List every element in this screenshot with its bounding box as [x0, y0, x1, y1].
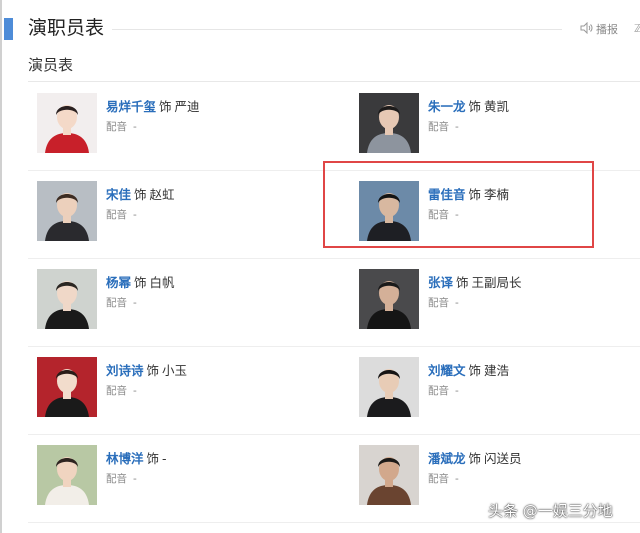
report-button[interactable]: 播报: [580, 21, 618, 37]
voice-actor-label: 配音: [106, 297, 127, 309]
voice-actor-line: 配音 -: [106, 207, 137, 222]
actor-photo[interactable]: [359, 93, 419, 153]
cast-role-line: 宋佳饰赵虹: [106, 184, 175, 203]
cast-card: 杨幂饰白帆 配音 -: [37, 269, 297, 333]
voice-actor-label: 配音: [428, 385, 449, 397]
actor-photo[interactable]: [359, 269, 419, 329]
voice-actor-label: 配音: [106, 209, 127, 221]
actor-photo[interactable]: [359, 357, 419, 417]
cast-role-line: 杨幂饰白帆: [106, 272, 175, 291]
highlight-annotation-box: [323, 161, 594, 248]
as-label: 饰: [468, 99, 482, 114]
voice-actor-line: 配音 -: [106, 295, 137, 310]
actor-name-link[interactable]: 杨幂: [106, 275, 131, 290]
row-divider: [28, 434, 640, 435]
voice-actor-label: 配音: [106, 473, 127, 485]
watermark-text: 头条 @一娱三分地: [488, 502, 613, 520]
role-name: 小玉: [162, 363, 188, 378]
cast-heading: 演员表: [28, 56, 74, 74]
actor-name-link[interactable]: 刘耀文: [428, 363, 466, 378]
voice-actor-line: 配音 -: [428, 295, 459, 310]
cast-card: 林博洋饰 - 配音 -: [37, 445, 297, 509]
as-label: 饰: [134, 275, 147, 290]
as-label: 饰: [468, 451, 482, 466]
actor-photo[interactable]: [37, 357, 97, 417]
voice-actor-line: 配音 -: [106, 471, 137, 486]
voice-actor-value: -: [455, 121, 459, 133]
voice-actor-line: 配音 -: [106, 383, 137, 398]
voice-actor-label: 配音: [428, 297, 449, 309]
cast-card: 刘耀文饰建浩配音 -: [359, 357, 619, 421]
section-header: 演职员表 播报 ℤ: [0, 14, 640, 46]
voice-actor-line: 配音 -: [428, 119, 459, 134]
as-label: 饰: [456, 275, 469, 290]
cast-role-line: 张译饰王副局长: [428, 272, 522, 291]
voice-actor-line: 配音 -: [106, 119, 137, 134]
actor-photo[interactable]: [37, 93, 97, 153]
section-title: 演职员表: [28, 17, 105, 39]
cast-role-line: 刘耀文饰建浩: [428, 360, 509, 379]
voice-actor-label: 配音: [106, 121, 127, 133]
role-name: 建浩: [484, 363, 510, 378]
voice-actor-value: -: [455, 297, 459, 309]
as-label: 饰: [146, 363, 160, 378]
voice-actor-label: 配音: [428, 121, 449, 133]
report-label: 播报: [596, 23, 618, 36]
role-name: 严迪: [174, 99, 200, 114]
voice-actor-label: 配音: [428, 473, 449, 485]
cast-role-line: 刘诗诗饰小玉: [106, 360, 187, 379]
row-divider: [28, 346, 640, 347]
cast-card: 刘诗诗饰小玉配音 -: [37, 357, 297, 421]
cast-card: 朱一龙饰黄凯配音 -: [359, 93, 619, 157]
role-name: 闪送员: [484, 451, 522, 466]
actor-name-link[interactable]: 宋佳: [106, 187, 131, 202]
voice-actor-value: -: [133, 121, 137, 133]
role-name: 白帆: [149, 275, 175, 290]
role-name: 王副局长: [471, 275, 522, 290]
as-label: 饰: [159, 99, 172, 114]
row-divider: [28, 258, 640, 259]
voice-actor-value: -: [133, 473, 137, 485]
actor-name-link[interactable]: 刘诗诗: [106, 363, 144, 378]
actor-photo[interactable]: [37, 445, 97, 505]
share-icon[interactable]: ℤ: [634, 22, 640, 35]
actor-name-link[interactable]: 张译: [428, 275, 453, 290]
voice-actor-label: 配音: [106, 385, 127, 397]
as-label: 饰: [146, 451, 160, 466]
voice-actor-line: 配音 -: [428, 383, 459, 398]
section-accent-bar: [4, 18, 13, 40]
cast-table-top-border: [28, 81, 640, 82]
cast-card: 宋佳饰赵虹 配音 -: [37, 181, 297, 245]
role-name: 黄凯: [484, 99, 510, 114]
speaker-icon: [580, 21, 593, 37]
actor-name-link[interactable]: 朱一龙: [428, 99, 466, 114]
left-edge-border: [0, 0, 2, 533]
cast-card: 张译饰王副局长 配音 -: [359, 269, 619, 333]
cast-role-line: 易烊千玺饰严迪: [106, 96, 200, 115]
actor-name-link[interactable]: 潘斌龙: [428, 451, 466, 466]
cast-card: 易烊千玺饰严迪配音 -: [37, 93, 297, 157]
voice-actor-value: -: [133, 297, 137, 309]
as-label: 饰: [468, 363, 482, 378]
actor-photo[interactable]: [37, 269, 97, 329]
row-divider: [28, 522, 640, 523]
cast-role-line: 朱一龙饰黄凯: [428, 96, 509, 115]
voice-actor-value: -: [133, 209, 137, 221]
cast-role-line: 潘斌龙饰闪送员: [428, 448, 522, 467]
actor-name-link[interactable]: 林博洋: [106, 451, 144, 466]
actor-photo[interactable]: [359, 445, 419, 505]
role-name: 赵虹: [149, 187, 175, 202]
actor-photo[interactable]: [37, 181, 97, 241]
role-name: -: [162, 451, 167, 466]
voice-actor-line: 配音 -: [428, 471, 459, 486]
as-label: 饰: [134, 187, 147, 202]
voice-actor-value: -: [455, 385, 459, 397]
actor-name-link[interactable]: 易烊千玺: [106, 99, 156, 114]
voice-actor-value: -: [455, 473, 459, 485]
cast-role-line: 林博洋饰 -: [106, 448, 167, 467]
voice-actor-value: -: [133, 385, 137, 397]
header-divider: [112, 29, 562, 30]
